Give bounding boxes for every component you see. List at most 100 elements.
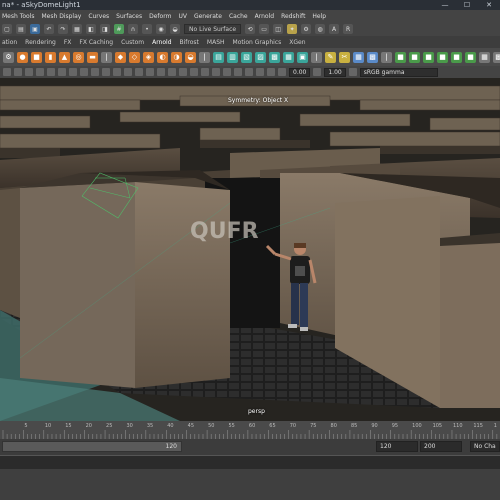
ambient-occlusion-icon[interactable]: [190, 68, 198, 76]
quad-draw-icon[interactable]: ✎: [325, 51, 336, 63]
maximize-button[interactable]: ☐: [456, 0, 478, 10]
tab-rendering[interactable]: Rendering: [25, 39, 56, 46]
menu-mesh-tools[interactable]: Mesh Tools: [2, 13, 34, 20]
exposure-field[interactable]: 0.00: [289, 67, 311, 77]
menu-generate[interactable]: Generate: [194, 13, 222, 20]
grid-toggle-icon[interactable]: [69, 68, 77, 76]
history-icon[interactable]: ⟲: [245, 24, 256, 34]
green-cube-icon[interactable]: ■: [395, 51, 406, 63]
time-slider[interactable]: 5 10 15 20 25 30 35 40 45 50 55 60 65 70 75 80 85 90 95 100…: [0, 421, 500, 439]
close-button[interactable]: ✕: [478, 0, 500, 10]
target-weld-icon[interactable]: ▦: [283, 51, 294, 63]
extrude-icon[interactable]: ▤: [213, 51, 224, 63]
playback-end-field[interactable]: 120: [376, 441, 418, 452]
wireframe-icon[interactable]: [135, 68, 143, 76]
bookmark-icon[interactable]: [25, 68, 33, 76]
redo-icon[interactable]: ↷: [58, 24, 68, 34]
separate-icon[interactable]: ◇: [129, 51, 140, 63]
green-cube-icon-3[interactable]: ■: [423, 51, 434, 63]
cylinder-icon[interactable]: ▮: [45, 51, 56, 63]
redshift-render-icon[interactable]: R: [343, 24, 354, 34]
minimize-button[interactable]: —: [434, 0, 456, 10]
hypershade-icon[interactable]: ◍: [315, 24, 326, 34]
tab-arnold[interactable]: Arnold: [152, 39, 171, 46]
snap-view-icon[interactable]: ◉: [156, 24, 166, 34]
snap-surface-icon[interactable]: ◒: [170, 24, 180, 34]
torus-icon[interactable]: ◎: [73, 51, 84, 63]
lock-camera-icon[interactable]: [14, 68, 22, 76]
sphere-icon[interactable]: ●: [17, 51, 28, 63]
gate-mask-icon[interactable]: [102, 68, 110, 76]
select-camera-icon[interactable]: [3, 68, 11, 76]
film-gate-icon[interactable]: [80, 68, 88, 76]
planar-map-icon[interactable]: ▩: [367, 51, 378, 63]
view-transform-dropdown[interactable]: sRGB gamma: [359, 67, 438, 77]
menu-deform[interactable]: Deform: [149, 13, 171, 20]
field-chart-icon[interactable]: [113, 68, 121, 76]
select-component-icon[interactable]: ◨: [100, 24, 110, 34]
textured-icon[interactable]: [157, 68, 165, 76]
green-cube-icon-4[interactable]: ■: [437, 51, 448, 63]
viewport[interactable]: QUFR Symmetry: Object X persp: [0, 78, 500, 421]
cone-icon[interactable]: ▲: [59, 51, 70, 63]
select-object-icon[interactable]: ◧: [86, 24, 96, 34]
tab-bifrost[interactable]: Bifrost: [180, 39, 199, 46]
resolution-gate-icon[interactable]: [91, 68, 99, 76]
smooth-shade-icon[interactable]: [146, 68, 154, 76]
insert-edge-loop-icon[interactable]: ✂: [339, 51, 350, 63]
tab-fx-caching[interactable]: FX Caching: [79, 39, 113, 46]
bridge-icon[interactable]: ▥: [227, 51, 238, 63]
lighting-icon[interactable]: [168, 68, 176, 76]
menu-cache[interactable]: Cache: [229, 13, 248, 20]
gamma-icon[interactable]: [313, 68, 322, 76]
range-slider[interactable]: 120: [2, 441, 182, 452]
tab-animation[interactable]: ation: [2, 39, 17, 46]
xray-icon[interactable]: [245, 68, 253, 76]
two-d-pan-icon[interactable]: [47, 68, 55, 76]
tab-motion-graphics[interactable]: Motion Graphics: [233, 39, 282, 46]
live-surface-field[interactable]: No Live Surface: [184, 24, 242, 34]
anti-alias-icon[interactable]: [212, 68, 220, 76]
save-scene-icon[interactable]: ▣: [30, 24, 40, 34]
exposure-icon[interactable]: [278, 68, 286, 76]
menu-redshift[interactable]: Redshift: [281, 13, 305, 20]
xray-joints-icon[interactable]: [256, 68, 264, 76]
menu-curves[interactable]: Curves: [88, 13, 109, 20]
open-scene-icon[interactable]: ▤: [16, 24, 26, 34]
depth-of-field-icon[interactable]: [223, 68, 231, 76]
bevel-icon[interactable]: ▧: [241, 51, 252, 63]
snap-curve-icon[interactable]: ∩: [128, 24, 138, 34]
command-line[interactable]: [0, 455, 500, 469]
settings-icon[interactable]: ⚙: [3, 51, 14, 63]
menu-mesh-display[interactable]: Mesh Display: [41, 13, 81, 20]
menu-uv[interactable]: UV: [178, 13, 187, 20]
plane-icon[interactable]: ▬: [87, 51, 98, 63]
boolean-icon[interactable]: ◑: [171, 51, 182, 63]
animation-end-field[interactable]: 200: [420, 441, 462, 452]
green-cube-icon-6[interactable]: ■: [465, 51, 476, 63]
arnold-render-icon[interactable]: A: [329, 24, 340, 34]
green-cube-icon-2[interactable]: ■: [409, 51, 420, 63]
color-management-icon[interactable]: [348, 68, 357, 76]
grid-icon[interactable]: ▦: [479, 51, 490, 63]
smooth-icon[interactable]: ◐: [157, 51, 168, 63]
menu-help[interactable]: Help: [312, 13, 326, 20]
render-icon[interactable]: ◫: [273, 24, 284, 34]
tab-xgen[interactable]: XGen: [289, 39, 305, 46]
motion-blur-icon[interactable]: [201, 68, 209, 76]
tab-fx[interactable]: FX: [64, 39, 72, 46]
tab-custom[interactable]: Custom: [121, 39, 144, 46]
menu-arnold[interactable]: Arnold: [255, 13, 274, 20]
new-scene-icon[interactable]: ▢: [2, 24, 12, 34]
uv-editor-icon[interactable]: ▦: [353, 51, 364, 63]
menu-surfaces[interactable]: Surfaces: [116, 13, 142, 20]
multi-cut-icon[interactable]: ▩: [269, 51, 280, 63]
checker-icon[interactable]: ▩: [493, 51, 500, 63]
safe-action-icon[interactable]: [124, 68, 132, 76]
fill-hole-icon[interactable]: ▨: [255, 51, 266, 63]
select-hierarchy-icon[interactable]: ▦: [72, 24, 82, 34]
cube-icon[interactable]: ■: [31, 51, 42, 63]
isolate-select-icon[interactable]: [234, 68, 242, 76]
gamma-field[interactable]: 1.00: [324, 67, 346, 77]
image-plane-icon[interactable]: [36, 68, 44, 76]
